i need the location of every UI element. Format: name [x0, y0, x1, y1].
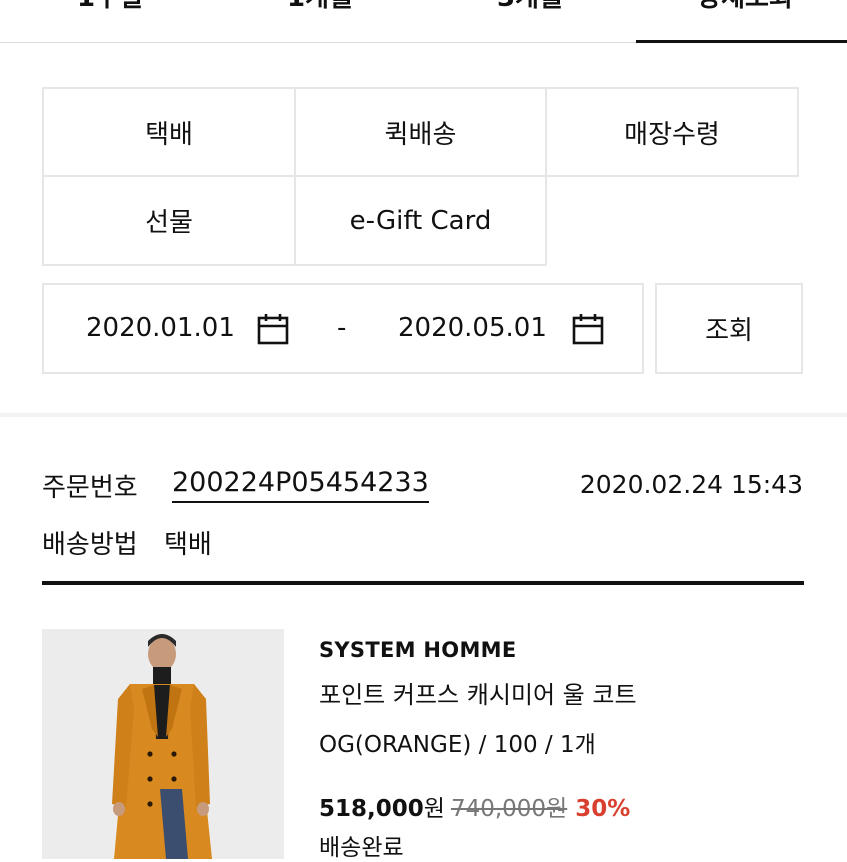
coat-model-illustration: [42, 629, 284, 859]
order-datetime: 2020.02.24 15:43: [579, 470, 803, 499]
order-header-divider: [42, 581, 804, 585]
period-tab-bar: 1주일 1개월 3개월 상세조회: [0, 0, 847, 43]
product-image[interactable]: [42, 629, 284, 859]
product-name[interactable]: 포인트 커프스 캐시미어 울 코트: [319, 675, 637, 710]
price-row: 518,000원 740,000원 30%: [319, 789, 630, 823]
filter-store-pickup[interactable]: 매장수령: [545, 87, 799, 177]
order-number-label: 주문번호: [42, 473, 138, 503]
product-option: OG(ORANGE) / 100 / 1개: [319, 732, 596, 758]
shipping-method-value: 택배: [164, 530, 212, 560]
search-button-label: 조회: [705, 316, 753, 346]
discount-rate: 30%: [575, 796, 631, 822]
filter-store-pickup-label: 매장수령: [624, 119, 720, 150]
active-tab-indicator: [636, 40, 847, 43]
filter-quick-delivery-label: 퀵배송: [384, 119, 457, 150]
date-separator: -: [337, 313, 347, 343]
filter-quick-delivery[interactable]: 퀵배송: [294, 87, 547, 177]
calendar-icon[interactable]: [571, 312, 605, 346]
sale-price: 518,000: [319, 796, 424, 822]
section-divider: [0, 413, 847, 417]
product-brand: SYSTEM HOMME: [319, 638, 517, 662]
order-number-link[interactable]: 200224P05454233: [172, 467, 429, 503]
tab-detail-search[interactable]: 상세조회: [660, 0, 830, 20]
filter-egift-card[interactable]: e-Gift Card: [294, 175, 547, 266]
shipping-method-label: 배송방법: [42, 530, 138, 560]
search-button[interactable]: 조회: [655, 283, 803, 374]
delivery-status: 배송완료: [319, 835, 404, 861]
filter-egift-card-label: e-Gift Card: [349, 205, 492, 236]
filter-parcel-label: 택배: [145, 119, 193, 150]
tab-1-week[interactable]: 1주일: [40, 0, 180, 20]
end-date[interactable]: 2020.05.01: [398, 313, 547, 343]
filter-gift-label: 선물: [145, 208, 193, 238]
start-date[interactable]: 2020.01.01: [86, 313, 235, 343]
filter-parcel[interactable]: 택배: [42, 87, 296, 177]
tab-3-months[interactable]: 3개월: [460, 0, 600, 20]
filter-gift[interactable]: 선물: [42, 175, 296, 266]
calendar-icon[interactable]: [256, 312, 290, 346]
original-price: 740,000원: [450, 796, 568, 822]
currency-unit: 원: [423, 796, 445, 822]
tab-1-month[interactable]: 1개월: [250, 0, 390, 20]
